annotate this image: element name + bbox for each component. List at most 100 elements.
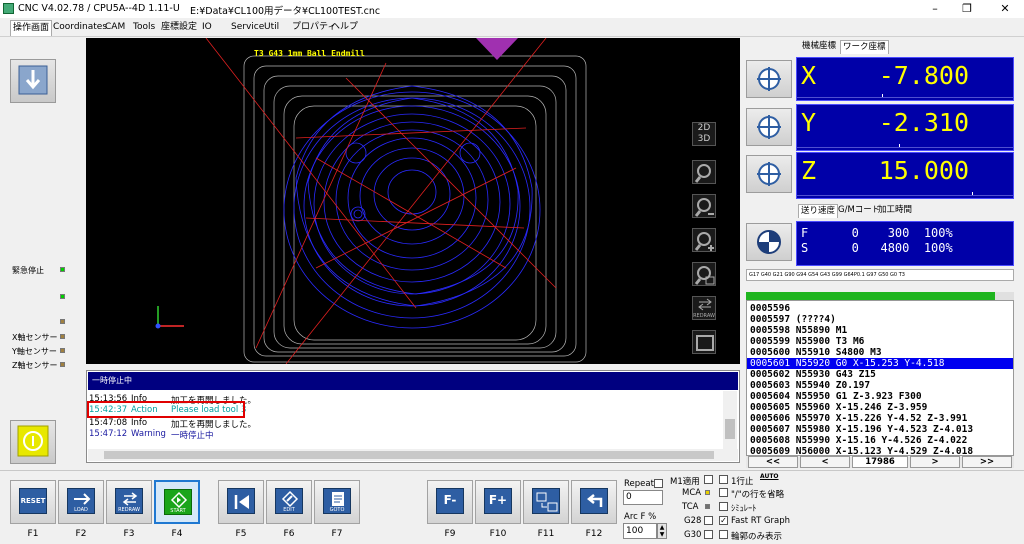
fkey-label: F9 xyxy=(444,529,456,539)
outline-only-checkbox[interactable] xyxy=(719,530,728,539)
jog-pad-button[interactable] xyxy=(10,59,56,103)
tab-coordinates[interactable]: Coordinates xyxy=(51,20,109,36)
next-page-button[interactable]: > xyxy=(910,456,960,468)
tab-help[interactable]: ヘルプ xyxy=(329,20,360,36)
tab-util[interactable]: Util xyxy=(262,20,281,36)
auto-label: AUTO xyxy=(760,473,779,480)
spindle-button[interactable] xyxy=(746,223,792,261)
log-hscroll-thumb[interactable] xyxy=(104,451,714,459)
tab-service[interactable]: Service xyxy=(229,20,266,36)
fit-frame-icon[interactable] xyxy=(692,330,716,354)
tab-cam[interactable]: CAM xyxy=(103,20,127,36)
zero-y-button[interactable] xyxy=(746,108,792,146)
zoom-in-icon[interactable] xyxy=(692,228,716,252)
gcode-line[interactable]: 0005608 N55990 X-15.16 Y-4.526 Z-4.022 xyxy=(747,435,1013,446)
gcode-line[interactable]: 0005609 N56000 X-15.123 Y-4.529 Z-4.018 xyxy=(747,446,1013,455)
load-button[interactable]: LOAD xyxy=(58,480,104,524)
goto-button[interactable]: GOTO xyxy=(314,480,360,524)
simulate-checkbox[interactable] xyxy=(719,502,728,511)
start-caption: START xyxy=(170,508,186,514)
info-button[interactable] xyxy=(10,420,56,464)
feed-minus-glyph: F- xyxy=(443,493,457,507)
repeat-count-input[interactable]: 0 xyxy=(623,490,663,505)
arc-f-spinner[interactable]: ▲ ▼ xyxy=(657,523,667,539)
toolpath-graph[interactable]: T3 G43 1mm Ball Endmill 2D 3D REDRAW xyxy=(86,38,740,364)
maximize-icon[interactable]: ❐ xyxy=(952,1,982,16)
message-log[interactable]: 一時停止中 15:13:56 Info 加工を再開しました。 15:42:37 … xyxy=(86,370,740,463)
log-vscrollbar[interactable] xyxy=(723,391,737,449)
cnc-app-window: CNC V4.02.78 / CPU5A--4D 1.11-U E:¥Data¥… xyxy=(0,0,1024,544)
gcode-line[interactable]: 0005598 N55890 M1 xyxy=(747,325,1013,336)
gcode-line[interactable]: 0005596 xyxy=(747,303,1013,314)
redraw-caption: REDRAW xyxy=(118,507,140,513)
last-page-button[interactable]: >> xyxy=(962,456,1012,468)
arc-f-input[interactable]: 100 xyxy=(623,523,657,539)
tab-machine-coords[interactable]: 機械座標 xyxy=(800,40,838,54)
zoom-out-icon[interactable] xyxy=(692,194,716,218)
zero-x-button[interactable] xyxy=(746,60,792,98)
stock-outline xyxy=(243,55,587,363)
return-button[interactable] xyxy=(571,480,617,524)
tab-machining-time[interactable]: 加工時間 xyxy=(876,204,914,218)
fast-rt-graph-checkbox[interactable]: ✓ xyxy=(719,516,728,525)
log-hscrollbar[interactable] xyxy=(88,449,738,461)
repeat-checkbox[interactable] xyxy=(654,479,663,488)
g28-checkbox[interactable] xyxy=(704,516,713,525)
redraw-icon[interactable]: REDRAW xyxy=(692,296,716,320)
tab-feed-rate[interactable]: 送り速度 xyxy=(798,204,839,218)
gcode-line[interactable]: 0005597 (????4) xyxy=(747,314,1013,325)
tab-io[interactable]: IO xyxy=(200,20,214,36)
feed-decrease-button[interactable]: F- xyxy=(427,480,473,524)
tab-work-coords[interactable]: ワーク座標 xyxy=(840,40,889,54)
skip-slash-checkbox[interactable] xyxy=(719,488,728,497)
gcode-line[interactable]: 0005604 N55950 G1 Z-3.923 F300 xyxy=(747,391,1013,402)
dro-x: X -7.800 xyxy=(796,57,1014,101)
fkey-label: F11 xyxy=(537,529,555,539)
redraw-button[interactable]: REDRAW xyxy=(106,480,152,524)
m1-apply-checkbox[interactable] xyxy=(704,475,713,484)
minimize-icon[interactable]: – xyxy=(920,1,950,16)
modal-codes-line: G17 G40 G21 G90 G94 G54 G43 G99 G64P0.1 … xyxy=(746,269,1014,281)
gcode-line[interactable]: 0005602 N55930 G43 Z15 xyxy=(747,369,1013,380)
zoom-window-icon[interactable] xyxy=(692,262,716,286)
reset-button[interactable]: RESET xyxy=(10,480,56,524)
feed-increase-button[interactable]: F+ xyxy=(475,480,521,524)
first-page-button[interactable]: << xyxy=(748,456,798,468)
fkey-label: F12 xyxy=(585,529,603,539)
log-time: 15:47:12 xyxy=(89,429,128,439)
line-next-button[interactable] xyxy=(523,480,569,524)
feed-tabs: 送り速度 G/Mコード 加工時間 xyxy=(798,204,1008,218)
gcode-line[interactable]: 0005605 N55960 X-15.246 Z-3.959 xyxy=(747,402,1013,413)
gcode-line[interactable]: 0005607 N55980 X-15.196 Y-4.523 Z-4.013 xyxy=(747,424,1013,435)
log-time: 15:47:08 xyxy=(89,418,128,428)
start-button[interactable]: START xyxy=(154,480,200,524)
gcode-line[interactable]: 0005601 N55920 G0 X-15.253 Y-4.518 xyxy=(747,358,1013,369)
emergency-stop-label: 緊急停止 xyxy=(12,266,44,275)
tab-coord-settings[interactable]: 座標設定 xyxy=(159,20,199,36)
zero-z-button[interactable] xyxy=(746,155,792,193)
single-block-checkbox[interactable] xyxy=(719,475,728,484)
prev-page-button[interactable]: < xyxy=(800,456,850,468)
fkey-label: F10 xyxy=(489,529,507,539)
tab-operation[interactable]: 操作画面 xyxy=(10,20,53,36)
edit-button[interactable]: EDIT xyxy=(266,480,312,524)
g30-checkbox[interactable] xyxy=(704,530,713,539)
sensor-led xyxy=(60,319,65,324)
gcode-listing[interactable]: 0005596 0005597 (????4) 0005598 N55890 M1 0… xyxy=(746,300,1014,456)
close-icon[interactable]: ✕ xyxy=(990,1,1020,16)
zoom-fit-icon[interactable] xyxy=(692,160,716,184)
arc-f-label: Arc F % xyxy=(624,512,657,522)
view-2d3d-toggle[interactable]: 2D 3D xyxy=(692,122,716,146)
gcode-line[interactable]: 0005600 N55910 S4800 M3 xyxy=(747,347,1013,358)
fkey-label: F1 xyxy=(27,529,39,539)
reset-caption: RESET xyxy=(20,497,46,505)
gcode-line[interactable]: 0005603 N55940 Z0.197 xyxy=(747,380,1013,391)
x-sensor-label: X軸センサー xyxy=(12,333,58,342)
gcode-line[interactable]: 0005599 N55900 T3 M6 xyxy=(747,336,1013,347)
gcode-line[interactable]: 0005606 N55970 X-15.226 Y-4.52 Z-3.991 xyxy=(747,413,1013,424)
tca-led xyxy=(705,504,710,509)
rewind-button[interactable] xyxy=(218,480,264,524)
log-vscroll-thumb[interactable] xyxy=(725,419,735,439)
tab-tools[interactable]: Tools xyxy=(131,20,157,36)
current-line-field[interactable]: 17986 xyxy=(852,456,908,468)
